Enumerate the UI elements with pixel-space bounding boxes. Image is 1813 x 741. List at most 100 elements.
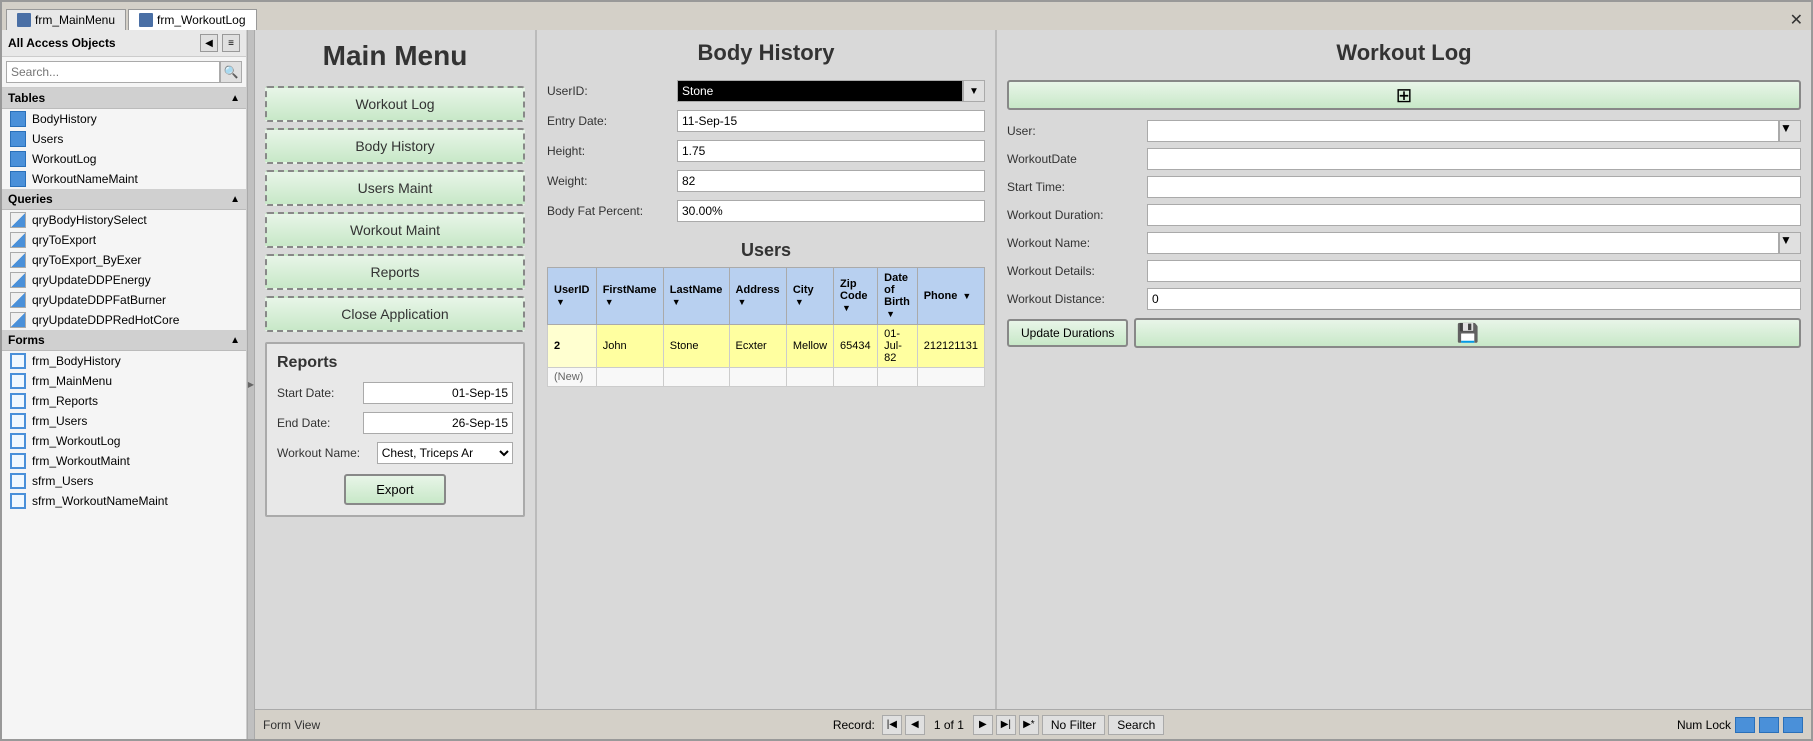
start-date-input[interactable] [363, 382, 513, 404]
workout-name-select[interactable]: Chest, Triceps Ar [377, 442, 513, 464]
search-status-button[interactable]: Search [1108, 715, 1164, 735]
workoutdate-label: WorkoutDate [1007, 152, 1147, 166]
height-input[interactable] [677, 140, 985, 162]
col-header-zipcode[interactable]: Zip Code ▼ [834, 268, 878, 325]
sidebar-item-qrytoexport[interactable]: qryToExport [2, 230, 246, 250]
col-header-dob[interactable]: Date of Birth ▼ [878, 268, 918, 325]
sidebar-item-qryupdateddpenergy[interactable]: qryUpdateDDPEnergy [2, 270, 246, 290]
sidebar-expand-button[interactable]: ≡ [222, 34, 240, 52]
sidebar-section-forms: Forms ▲ frm_BodyHistory frm_MainMenu frm… [2, 330, 246, 511]
col-header-userid[interactable]: UserID ▼ [548, 268, 597, 325]
workoutdetails-input[interactable] [1147, 260, 1801, 282]
starttime-input[interactable] [1147, 176, 1801, 198]
window-close-button[interactable]: ✕ [1790, 10, 1803, 30]
search-button[interactable]: 🔍 [220, 61, 242, 83]
status-indicator-2[interactable] [1759, 717, 1779, 733]
search-input[interactable] [6, 61, 220, 83]
table-new-row[interactable]: (New) [548, 368, 985, 387]
nav-first-button[interactable]: |◀ [882, 715, 902, 735]
status-indicator-1[interactable] [1735, 717, 1755, 733]
workoutdistance-row: Workout Distance: [1007, 288, 1801, 310]
sidebar-item-frm-workoutlog[interactable]: frm_WorkoutLog [2, 431, 246, 451]
body-fat-label: Body Fat Percent: [547, 204, 677, 218]
table-row[interactable]: 2 John Stone Ecxter Mellow 65434 01-Jul-… [548, 325, 985, 368]
main-menu-title: Main Menu [265, 40, 525, 72]
form-icon-bodyhistory [10, 353, 26, 369]
workoutname-input[interactable] [1147, 232, 1779, 254]
close-application-button[interactable]: Close Application [265, 296, 525, 332]
nav-prev-button[interactable]: ◀ [905, 715, 925, 735]
entry-date-input[interactable] [677, 110, 985, 132]
update-durations-button[interactable]: Update Durations [1007, 319, 1128, 347]
nav-next-button[interactable]: ▶ [973, 715, 993, 735]
workoutdetails-row: Workout Details: [1007, 260, 1801, 282]
userid-dropdown-button[interactable]: ▼ [963, 80, 985, 102]
sidebar-item-frm-bodyhistory[interactable]: frm_BodyHistory [2, 351, 246, 371]
user-input[interactable] [1147, 120, 1779, 142]
workout-maint-button[interactable]: Workout Maint [265, 212, 525, 248]
user-label: User: [1007, 124, 1147, 138]
userid-input[interactable] [677, 80, 963, 102]
body-history-button[interactable]: Body History [265, 128, 525, 164]
starttime-label: Start Time: [1007, 180, 1147, 194]
body-fat-input[interactable] [677, 200, 985, 222]
sidebar-item-label-users: Users [32, 132, 63, 146]
tab-frm-workoutlog[interactable]: frm_WorkoutLog [128, 9, 256, 30]
workoutname-dropdown-button[interactable]: ▼ [1779, 232, 1801, 254]
sidebar-item-sfrm-users[interactable]: sfrm_Users [2, 471, 246, 491]
sidebar-item-frm-mainmenu[interactable]: frm_MainMenu [2, 371, 246, 391]
sidebar-item-qryupdateddpfatburner[interactable]: qryUpdateDDPFatBurner [2, 290, 246, 310]
workout-log-button[interactable]: Workout Log [265, 86, 525, 122]
nav-new-button[interactable]: ▶* [1019, 715, 1039, 735]
status-view-label: Form View [263, 718, 320, 732]
tab-frm-mainmenu[interactable]: frm_MainMenu [6, 9, 126, 30]
workoutname-row: Workout Name: ▼ [1007, 232, 1801, 254]
record-label: Record: [833, 718, 875, 732]
sidebar-item-qrybodyhistoryselect[interactable]: qryBodyHistorySelect [2, 210, 246, 230]
col-header-address[interactable]: Address ▼ [729, 268, 786, 325]
no-filter-button[interactable]: No Filter [1042, 715, 1105, 735]
sidebar-section-header-forms[interactable]: Forms ▲ [2, 330, 246, 351]
user-dropdown-button[interactable]: ▼ [1779, 120, 1801, 142]
sidebar-item-label-frm-workoutlog: frm_WorkoutLog [32, 434, 120, 448]
sidebar-section-header-tables[interactable]: Tables ▲ [2, 88, 246, 109]
sidebar-item-bodyhistory[interactable]: BodyHistory [2, 109, 246, 129]
sidebar-item-qrytoexportbyexer[interactable]: qryToExport_ByExer [2, 250, 246, 270]
sidebar-item-sfrm-workoutnamemaint[interactable]: sfrm_WorkoutNameMaint [2, 491, 246, 511]
reports-button[interactable]: Reports [265, 254, 525, 290]
sidebar-item-workoutnamemaint[interactable]: WorkoutNameMaint [2, 169, 246, 189]
sidebar-collapse-button[interactable]: ◀ [200, 34, 218, 52]
col-header-phone[interactable]: Phone ▼ [917, 268, 984, 325]
body-history-title: Body History [547, 40, 985, 66]
save-button[interactable]: 💾 [1134, 318, 1801, 348]
sidebar-item-frm-users[interactable]: frm_Users [2, 411, 246, 431]
sidebar-item-workoutlog[interactable]: WorkoutLog [2, 149, 246, 169]
zipcode-sort-icon: ▼ [842, 303, 851, 313]
workoutduration-row: Workout Duration: [1007, 204, 1801, 226]
nav-last-button[interactable]: ▶| [996, 715, 1016, 735]
vertical-splitter[interactable] [247, 30, 255, 739]
col-header-firstname[interactable]: FirstName ▼ [596, 268, 663, 325]
sidebar-item-users[interactable]: Users [2, 129, 246, 149]
workoutdate-input[interactable] [1147, 148, 1801, 170]
sidebar-icon-group: ◀ ≡ [200, 34, 240, 52]
workoutdistance-label: Workout Distance: [1007, 292, 1147, 306]
status-right: Num Lock [1677, 717, 1803, 733]
workout-name-label: Workout Name: [277, 446, 377, 460]
users-maint-button[interactable]: Users Maint [265, 170, 525, 206]
weight-input[interactable] [677, 170, 985, 192]
status-indicator-3[interactable] [1783, 717, 1803, 733]
query-icon-updateddpredhotcore [10, 312, 26, 328]
col-header-lastname[interactable]: LastName ▼ [663, 268, 729, 325]
workoutduration-input[interactable] [1147, 204, 1801, 226]
cell-userid[interactable]: 2 [548, 325, 597, 368]
sidebar-section-header-queries[interactable]: Queries ▲ [2, 189, 246, 210]
workout-nav-button[interactable]: ⊞ [1007, 80, 1801, 110]
export-button[interactable]: Export [344, 474, 446, 505]
sidebar-item-qryupdateddpredhotcore[interactable]: qryUpdateDDPRedHotCore [2, 310, 246, 330]
end-date-input[interactable] [363, 412, 513, 434]
workoutdistance-input[interactable] [1147, 288, 1801, 310]
sidebar-item-frm-reports[interactable]: frm_Reports [2, 391, 246, 411]
sidebar-item-frm-workoutmaint[interactable]: frm_WorkoutMaint [2, 451, 246, 471]
col-header-city[interactable]: City ▼ [786, 268, 833, 325]
